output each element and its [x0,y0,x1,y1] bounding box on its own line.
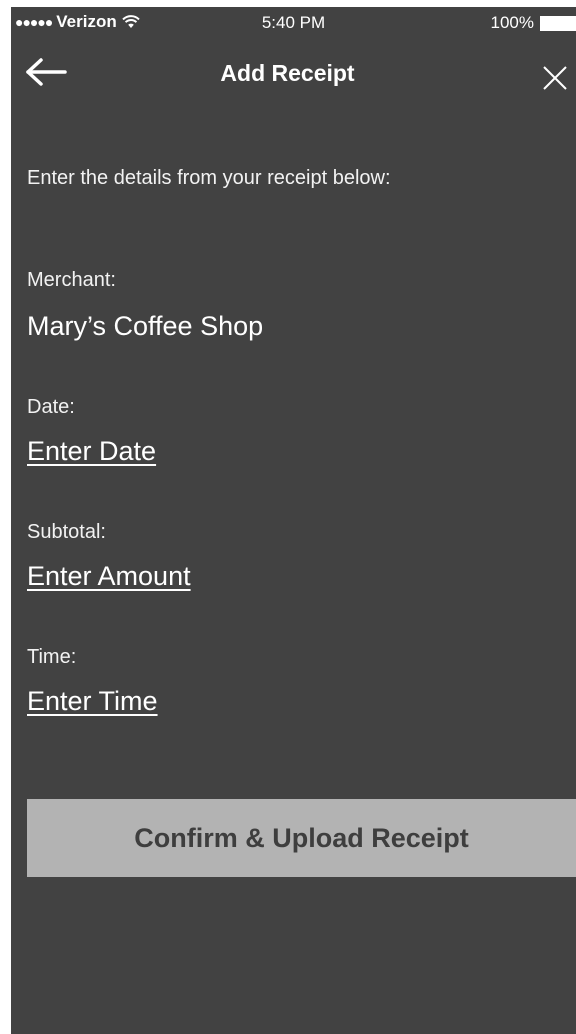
intro-text: Enter the details from your receipt belo… [27,167,391,189]
subtotal-input-link[interactable]: Enter Amount [27,561,191,592]
app-screen: ●●●●● Verizon 5:40 PM 100% Add Receipt E… [11,7,576,1034]
status-bar: ●●●●● Verizon 5:40 PM 100% [11,7,576,37]
date-label: Date: [27,396,75,418]
close-icon[interactable] [540,63,570,93]
subtotal-label: Subtotal: [27,521,106,543]
battery-icon [540,15,576,31]
time-label: Time: [27,646,77,668]
merchant-value[interactable]: Mary’s Coffee Shop [27,311,263,342]
navigation-bar: Add Receipt [11,47,576,103]
battery-percent: 100% [490,13,534,32]
confirm-upload-button[interactable]: Confirm & Upload Receipt [27,799,576,877]
battery-status: 100% [491,13,576,33]
merchant-label: Merchant: [27,269,116,291]
page-title: Add Receipt [220,60,355,86]
time-input-link[interactable]: Enter Time [27,686,158,717]
date-input-link[interactable]: Enter Date [27,436,156,467]
